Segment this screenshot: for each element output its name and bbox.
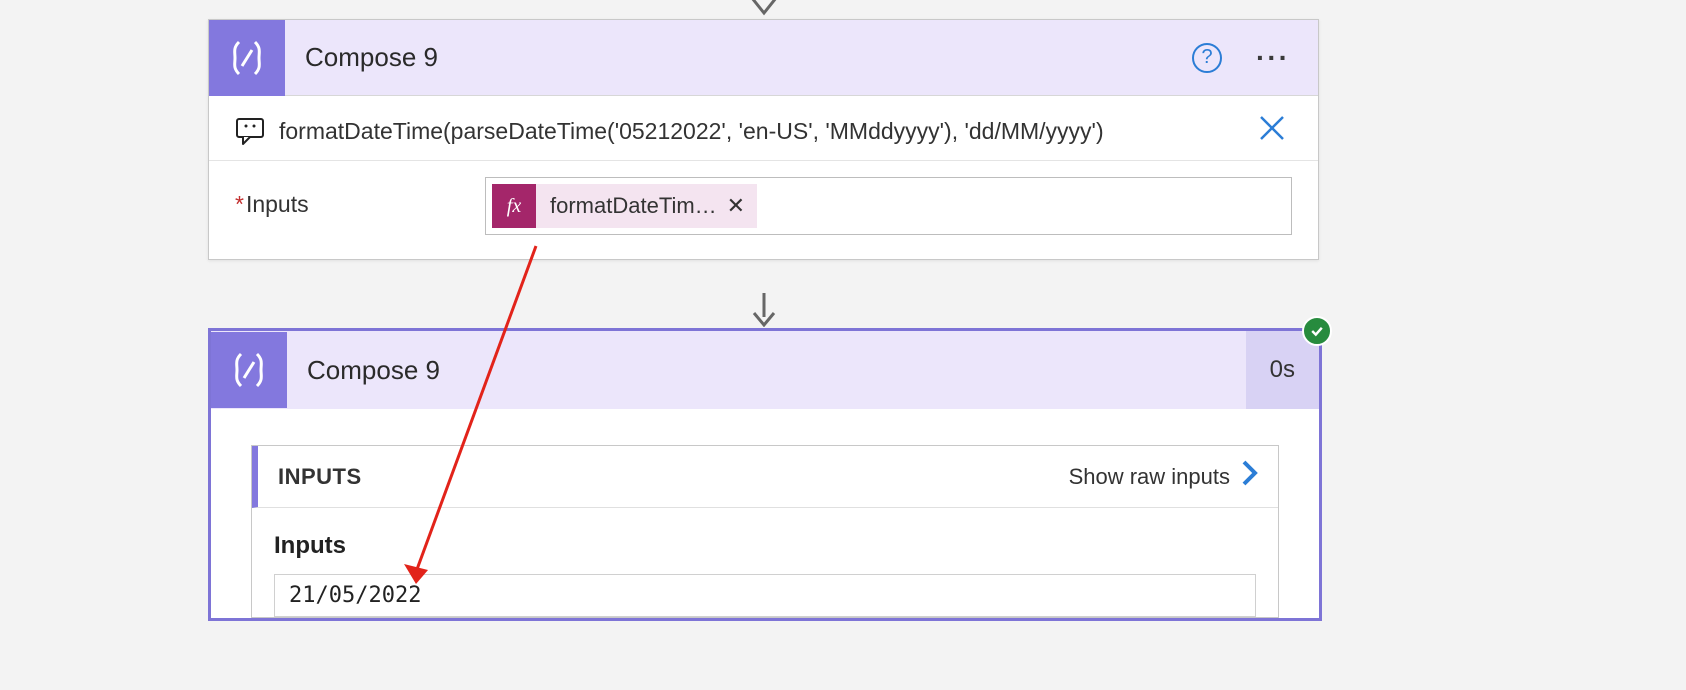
card-header[interactable]: Compose 9 ? ··· (209, 20, 1318, 96)
flow-connector-arrow (749, 293, 779, 327)
inputs-section-header: INPUTS Show raw inputs (252, 446, 1278, 508)
show-raw-inputs-button[interactable] (1242, 460, 1258, 493)
remove-token-button[interactable]: ✕ (727, 193, 757, 219)
compose-action-card-run: Compose 9 0s INPUTS Show raw inputs Inpu… (208, 328, 1322, 621)
inputs-section: INPUTS Show raw inputs Inputs 21/05/2022 (251, 445, 1279, 618)
success-status-badge (1302, 316, 1332, 346)
expression-token-label: formatDateTim… (536, 193, 727, 219)
comment-icon (235, 117, 265, 145)
comment-text: formatDateTime(parseDateTime('05212022',… (265, 118, 1252, 145)
show-raw-inputs-label: Show raw inputs (1069, 464, 1230, 490)
expression-token[interactable]: fx formatDateTim… ✕ (492, 184, 757, 228)
run-action-title: Compose 9 (287, 355, 1246, 386)
compose-action-card-designer: Compose 9 ? ··· formatDateTime(parseDate… (208, 19, 1319, 260)
comment-row: formatDateTime(parseDateTime('05212022',… (209, 96, 1318, 161)
remove-comment-button[interactable] (1252, 114, 1292, 148)
inputs-body-label: Inputs (274, 532, 1256, 560)
data-operations-icon (211, 332, 287, 408)
fx-icon: fx (492, 184, 536, 228)
required-asterisk: * (235, 191, 244, 217)
run-card-header[interactable]: Compose 9 0s (211, 331, 1319, 409)
more-menu-button[interactable]: ··· (1256, 42, 1290, 74)
inputs-field[interactable]: fx formatDateTim… ✕ (485, 177, 1292, 235)
inputs-label-text: Inputs (246, 191, 309, 217)
inputs-label: *Inputs (235, 177, 485, 218)
flow-connector-top (749, 0, 779, 19)
inputs-section-title: INPUTS (278, 464, 1069, 490)
run-card-body: INPUTS Show raw inputs Inputs 21/05/2022 (211, 409, 1319, 618)
inputs-parameter-row: *Inputs fx formatDateTim… ✕ (209, 161, 1318, 259)
inputs-section-body: Inputs 21/05/2022 (252, 508, 1278, 617)
inputs-value[interactable]: 21/05/2022 (274, 574, 1256, 617)
help-icon[interactable]: ? (1192, 43, 1222, 73)
help-glyph: ? (1201, 46, 1212, 69)
action-title: Compose 9 (285, 42, 1192, 73)
data-operations-icon (209, 20, 285, 96)
